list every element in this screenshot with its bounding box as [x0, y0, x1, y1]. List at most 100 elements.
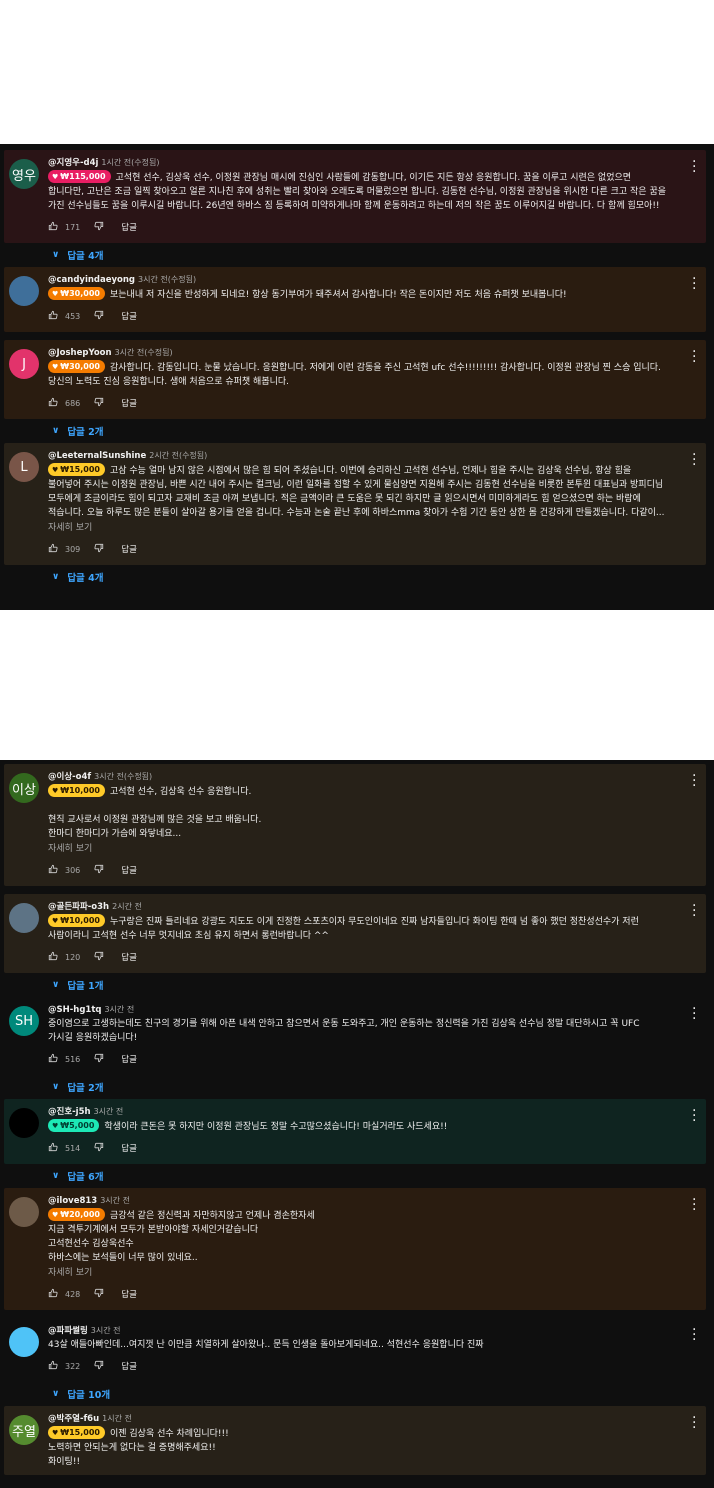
thumbs-down-icon[interactable]: [94, 1142, 104, 1154]
comment-time[interactable]: 1시간 전(수정됨): [101, 158, 159, 167]
view-replies-button[interactable]: ∨ 답글 6개: [0, 1164, 714, 1188]
comment-line: 학생이라 큰돈은 못 하지만 이정원 관장님도 정말 수고많으셨습니다! 마실거…: [104, 1122, 448, 1132]
comment-time[interactable]: 3시간 전: [104, 1005, 134, 1014]
author-handle[interactable]: @진호-j5h: [48, 1107, 91, 1117]
comment-first-line: ♥ ₩10,000 고석현 선수, 김상욱 선수 응원합니다.: [48, 784, 666, 799]
author-handle[interactable]: @ilove813: [48, 1196, 97, 1206]
reply-button[interactable]: 답글: [121, 1360, 137, 1372]
thumbs-up-icon[interactable]: [48, 397, 58, 409]
reply-button[interactable]: 답글: [121, 310, 137, 322]
view-replies-button[interactable]: ∨ 답글 1개: [0, 973, 714, 997]
comment-time[interactable]: 3시간 전: [94, 1107, 124, 1116]
reply-button[interactable]: 답글: [121, 1053, 137, 1065]
thumbs-down-icon[interactable]: [94, 1053, 104, 1065]
thumbs-up-icon[interactable]: [48, 1142, 58, 1154]
avatar[interactable]: J: [9, 349, 39, 379]
comment-time[interactable]: 3시간 전(수정됨): [94, 772, 152, 781]
view-replies-button[interactable]: ∨ 답글 4개: [0, 565, 714, 589]
more-options-icon[interactable]: · · ·: [692, 155, 696, 179]
thumbs-down-icon[interactable]: [94, 397, 104, 409]
comment-text: ♥ ₩10,000 누구랑은 진짜 틀리네요 강광도 지도도 이게 진정한 스포츠이…: [48, 914, 666, 943]
author-handle[interactable]: @파파썰링: [48, 1326, 88, 1336]
thumbs-up-icon[interactable]: [48, 310, 58, 322]
comment-time[interactable]: 2시간 전: [112, 902, 142, 911]
reply-button[interactable]: 답글: [121, 1142, 137, 1154]
avatar[interactable]: [9, 1327, 39, 1357]
reply-button[interactable]: 답글: [121, 221, 137, 233]
more-options-icon[interactable]: · · ·: [692, 1104, 696, 1128]
view-replies-button[interactable]: ∨ 답글 2개: [0, 1075, 714, 1099]
thumbs-down-icon[interactable]: [94, 1288, 104, 1300]
see-more-link[interactable]: 자세히 보기: [48, 521, 666, 535]
comment-time[interactable]: 3시간 전(수정됨): [138, 275, 196, 284]
view-replies-button[interactable]: ∨ 답글 4개: [0, 243, 714, 267]
more-options-icon[interactable]: · · ·: [692, 899, 696, 923]
more-options-icon[interactable]: · · ·: [692, 1193, 696, 1217]
comment-line: 감사합니다. 감동입니다. 눈물 났습니다. 응원합니다. 저에게 이런 감동을…: [48, 363, 661, 387]
comment-first-line: ♥ ₩30,000 보는내내 저 자신을 반성하게 되네요! 항상 동기부여가 돼주…: [48, 287, 666, 302]
more-options-icon[interactable]: · · ·: [692, 1002, 696, 1026]
reply-button[interactable]: 답글: [121, 951, 137, 963]
comment-text: ♥ ₩30,000 감사합니다. 감동입니다. 눈물 났습니다. 응원합니다. 저에…: [48, 360, 666, 389]
reply-button[interactable]: 답글: [121, 543, 137, 555]
author-handle[interactable]: @박주열-f6u: [48, 1414, 99, 1424]
more-options-icon[interactable]: · · ·: [692, 272, 696, 296]
avatar[interactable]: [9, 1197, 39, 1227]
author-handle[interactable]: @JoshepYoon: [48, 348, 112, 358]
super-thanks-chip: ♥ ₩15,000: [48, 1426, 105, 1439]
reply-button[interactable]: 답글: [121, 1288, 137, 1300]
reply-button[interactable]: 답글: [121, 864, 137, 876]
author-handle[interactable]: @candyindaeyong: [48, 275, 135, 285]
chevron-down-icon: ∨: [52, 1389, 60, 1399]
comment-time[interactable]: 2시간 전(수정됨): [149, 451, 207, 460]
thumbs-down-icon[interactable]: [94, 864, 104, 876]
comment-time[interactable]: 1시간 전: [102, 1414, 132, 1423]
avatar[interactable]: SH: [9, 1006, 39, 1036]
avatar-initials: L: [20, 459, 28, 475]
see-more-link[interactable]: 자세히 보기: [48, 842, 666, 856]
more-options-icon[interactable]: · · ·: [692, 1323, 696, 1347]
thumbs-up-icon[interactable]: [48, 951, 58, 963]
more-options-icon[interactable]: · · ·: [692, 1411, 696, 1435]
comment-time[interactable]: 3시간 전(수정됨): [115, 348, 173, 357]
avatar[interactable]: 영우: [9, 159, 39, 189]
thumbs-up-icon[interactable]: [48, 221, 58, 233]
author-handle[interactable]: @지영우-d4j: [48, 158, 98, 168]
comment-line: 화이팅!!: [48, 1457, 81, 1467]
view-replies-button[interactable]: ∨ 답글 10개: [0, 1382, 714, 1406]
author-handle[interactable]: @이상-o4f: [48, 772, 91, 782]
comment-line: 43살 애들아빠인데...여지껏 난 이만큼 치열하게 살아왔나.. 문득 인생…: [48, 1340, 484, 1350]
super-thanks-chip: ♥ ₩30,000: [48, 360, 105, 373]
avatar[interactable]: [9, 276, 39, 306]
chevron-down-icon: ∨: [52, 250, 60, 260]
avatar[interactable]: L: [9, 452, 39, 482]
thumbs-up-icon[interactable]: [48, 543, 58, 555]
view-replies-button[interactable]: ∨ 답글 2개: [0, 419, 714, 443]
comment-actions: 453 답글: [48, 306, 666, 326]
author-handle[interactable]: @LeeternalSunshine: [48, 451, 146, 461]
comment-first-line: ♥ ₩115,000 고석현 선수, 김상욱 선수, 이정원 관장님 매시에 진심인…: [48, 170, 666, 213]
comment-meta: @이상-o4f 3시간 전(수정됨): [48, 770, 666, 784]
reply-button[interactable]: 답글: [121, 397, 137, 409]
thumbs-up-icon[interactable]: [48, 1360, 58, 1372]
see-more-link[interactable]: 자세히 보기: [48, 1266, 666, 1280]
more-options-icon[interactable]: · · ·: [692, 769, 696, 793]
thumbs-down-icon[interactable]: [94, 310, 104, 322]
thumbs-up-icon[interactable]: [48, 1053, 58, 1065]
avatar[interactable]: [9, 1108, 39, 1138]
thumbs-down-icon[interactable]: [94, 543, 104, 555]
avatar[interactable]: [9, 903, 39, 933]
comment-time[interactable]: 3시간 전: [91, 1326, 121, 1335]
thumbs-down-icon[interactable]: [94, 1360, 104, 1372]
thumbs-down-icon[interactable]: [94, 221, 104, 233]
author-handle[interactable]: @SH-hg1tq: [48, 1005, 101, 1015]
more-options-icon[interactable]: · · ·: [692, 448, 696, 472]
more-options-icon[interactable]: · · ·: [692, 345, 696, 369]
avatar[interactable]: 이상: [9, 773, 39, 803]
author-handle[interactable]: @골든파파-o3h: [48, 902, 109, 912]
thumbs-down-icon[interactable]: [94, 951, 104, 963]
thumbs-up-icon[interactable]: [48, 864, 58, 876]
thumbs-up-icon[interactable]: [48, 1288, 58, 1300]
comment-time[interactable]: 3시간 전: [100, 1196, 130, 1205]
avatar[interactable]: 주열: [9, 1415, 39, 1445]
